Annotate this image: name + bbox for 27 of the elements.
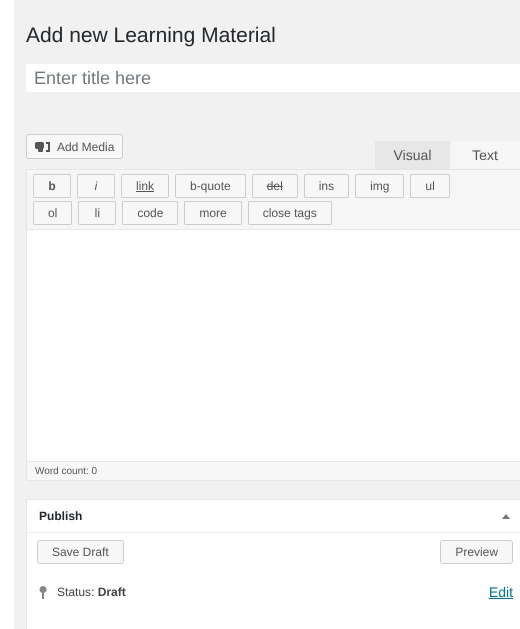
editor-tab[interactable]: Visual	[375, 141, 450, 169]
status-text: Status: Draft	[57, 585, 127, 599]
page-heading: Add new Learning Material	[26, 23, 277, 49]
quicktag-button[interactable]: img	[355, 174, 404, 198]
quicktag-button[interactable]: ins	[304, 174, 350, 198]
panel-title: Publish	[39, 509, 84, 523]
quicktag-button[interactable]: close tags	[248, 201, 332, 225]
media-icon	[35, 140, 51, 152]
quicktag-button[interactable]: b-quote	[175, 174, 246, 198]
edit-link[interactable]: Edit	[488, 584, 513, 600]
quicktag-button[interactable]: ol	[33, 201, 72, 225]
preview-button[interactable]: Preview	[440, 540, 513, 564]
quicktag-button[interactable]: link	[121, 174, 170, 198]
quicktag-button[interactable]: b	[33, 174, 71, 198]
quicktag-button[interactable]: li	[78, 201, 116, 225]
quicktag-button[interactable]: del	[252, 174, 298, 198]
quicktag-button[interactable]: i	[77, 174, 115, 198]
save-draft-button[interactable]: Save Draft	[37, 540, 124, 564]
quicktag-button[interactable]: ul	[410, 174, 450, 198]
add-media-button[interactable]: Add Media	[26, 134, 124, 159]
quicktag-button[interactable]: code	[122, 201, 178, 225]
pin-icon	[39, 586, 47, 598]
quicktag-button[interactable]: more	[184, 201, 242, 225]
editor-tab[interactable]: Text	[450, 141, 520, 169]
word-count: Word count: 0	[27, 461, 520, 480]
title-field[interactable]: Enter title here	[26, 64, 520, 92]
collapse-icon[interactable]	[502, 514, 510, 518]
